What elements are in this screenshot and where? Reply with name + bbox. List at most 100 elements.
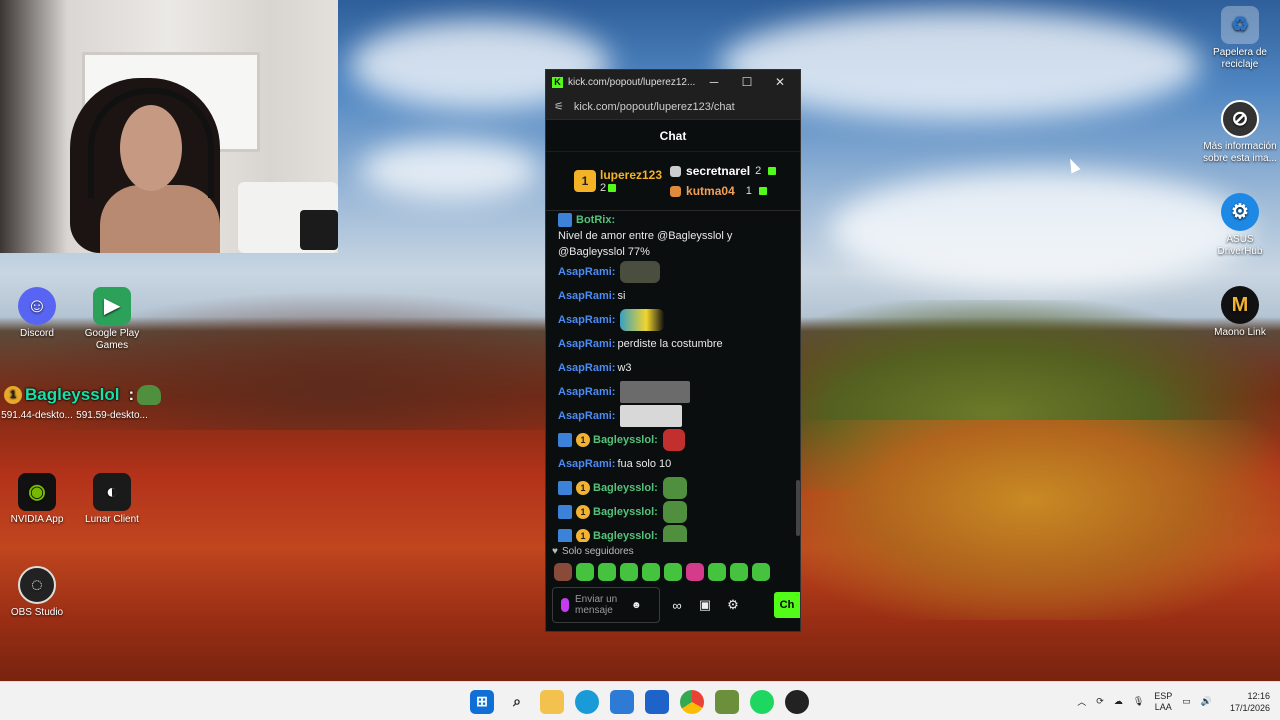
- leader-first-name[interactable]: luperez123: [600, 168, 662, 182]
- pepe-emote-icon: [662, 525, 687, 542]
- chat-username[interactable]: Bagleysslol:: [593, 480, 658, 496]
- chat-scrollbar[interactable]: [796, 480, 800, 536]
- obs-taskbar-icon[interactable]: [785, 689, 809, 714]
- emote-icon[interactable]: [598, 563, 616, 581]
- chrome-icon[interactable]: [680, 689, 704, 714]
- chat-username[interactable]: Bagleysslol:: [593, 504, 658, 520]
- chat-username[interactable]: AsapRami:: [558, 312, 615, 328]
- desktop-icon-spotlight-info[interactable]: ⊘ Más información sobre esta ima...: [1203, 100, 1277, 165]
- edge-browser-icon[interactable]: [575, 689, 599, 714]
- outlook-icon[interactable]: [645, 689, 669, 714]
- chat-message: AsapRami:: [558, 380, 790, 404]
- desktop-icon-nvidia-app[interactable]: ◉ NVIDIA App: [0, 473, 74, 526]
- chat-input[interactable]: Enviar un mensaje ☻: [552, 587, 660, 623]
- cloud-icon[interactable]: ☁: [1114, 696, 1123, 707]
- file-explorer-icon[interactable]: [540, 689, 564, 714]
- emote-icon[interactable]: [554, 563, 572, 581]
- desktop-icon-driver-1[interactable]: 591.44-deskto...: [0, 410, 74, 422]
- chat-username[interactable]: Bagleysslol:: [593, 432, 658, 448]
- chat-username[interactable]: AsapRami:: [558, 336, 615, 352]
- gift-leaderboard: 1 luperez123 2 secretnarel 2 kutma04 1: [546, 152, 800, 211]
- desktop-icon-google-play-games[interactable]: ▶ Google Play Games: [75, 287, 149, 352]
- chat-text: fua solo 10: [617, 458, 672, 470]
- settings-icon[interactable]: ⚙: [722, 597, 744, 613]
- network-icon[interactable]: ▭: [1182, 696, 1191, 707]
- emote-icon[interactable]: [642, 563, 660, 581]
- chat-message: AsapRami:: [558, 404, 790, 428]
- chat-text: w3: [617, 362, 632, 374]
- chat-header: Chat: [546, 120, 800, 152]
- chat-message: AsapRami: si: [558, 284, 790, 308]
- chat-username[interactable]: AsapRami:: [558, 408, 615, 424]
- address-bar[interactable]: ⚟ kick.com/popout/luperez123/chat: [546, 94, 800, 120]
- search-icon[interactable]: ⌕: [505, 690, 529, 714]
- emote-icon[interactable]: [708, 563, 726, 581]
- leader-second-name[interactable]: secretnarel: [686, 164, 750, 178]
- emote-icon[interactable]: [576, 563, 594, 581]
- chat-username[interactable]: AsapRami:: [558, 288, 615, 304]
- taskbar-apps: ⊞ ⌕: [470, 682, 809, 720]
- chat-username[interactable]: AsapRami:: [558, 360, 615, 376]
- desktop-icon-recycle-bin[interactable]: ♻ Papelera de reciclaje: [1203, 6, 1277, 71]
- desktop-icon-maono-link[interactable]: M Maono Link: [1203, 286, 1277, 339]
- followers-only-notice: ♥ Solo seguidores: [552, 546, 634, 557]
- gift-box-icon[interactable]: ▣: [694, 597, 716, 613]
- chat-messages[interactable]: BotRix: Nivel de amor entre @Bagleysslol…: [546, 212, 800, 542]
- desktop-icon-lunar-client[interactable]: ◐ Lunar Client: [75, 473, 149, 526]
- maximize-icon[interactable]: ☐: [733, 75, 761, 89]
- infinity-icon[interactable]: ∞: [666, 598, 688, 613]
- lunar-client-icon: ◐: [93, 473, 131, 511]
- sync-icon[interactable]: ⟳: [1096, 696, 1104, 707]
- desktop-icon-discord[interactable]: ☺ Discord: [0, 287, 74, 340]
- moderator-icon: [558, 481, 572, 495]
- chat-username[interactable]: Bagleysslol:: [593, 528, 658, 542]
- gift-icon: [768, 167, 777, 175]
- emote-icon[interactable]: [686, 563, 704, 581]
- overlay-sep: :: [128, 385, 135, 404]
- chevron-up-icon[interactable]: ︿: [1077, 695, 1086, 708]
- window-titlebar[interactable]: K kick.com/popout/luperez12... ─ ☐ ✕: [546, 70, 800, 94]
- emote-icon[interactable]: [752, 563, 770, 581]
- camera-icon: ⊘: [1221, 100, 1259, 138]
- chat-username[interactable]: AsapRami:: [558, 456, 615, 472]
- chat-message: AsapRami:: [558, 260, 790, 284]
- microphone-tray-icon[interactable]: 🎙: [1133, 696, 1144, 707]
- send-chat-button[interactable]: Ch: [774, 592, 800, 618]
- microsoft-store-icon[interactable]: [610, 689, 634, 714]
- emoji-icon[interactable]: ☻: [631, 600, 642, 611]
- subscriber-badge-icon: 1: [576, 433, 590, 447]
- clock[interactable]: 12:16 17/1/2026: [1222, 690, 1270, 714]
- site-settings-icon[interactable]: ⚟: [554, 100, 564, 113]
- desktop-icon-driver-2[interactable]: 591.59-deskto...: [75, 410, 149, 422]
- language-indicator[interactable]: ESP LAA: [1154, 691, 1172, 713]
- moderator-icon: [558, 505, 572, 519]
- obs-icon: ◌: [18, 566, 56, 604]
- desktop-icon-obs-studio[interactable]: ◌ OBS Studio: [0, 566, 74, 619]
- chat-username[interactable]: AsapRami:: [558, 264, 615, 280]
- microphone-icon[interactable]: [561, 598, 569, 612]
- kick-logo-icon: K: [552, 76, 563, 88]
- gift-icon: [758, 187, 767, 195]
- silver-rank-icon: [670, 165, 682, 177]
- quick-emote-bar[interactable]: [554, 563, 770, 581]
- chat-input-row: Enviar un mensaje ☻ ∞ ▣ ⚙ Ch: [552, 587, 800, 623]
- overlay-badge: 1: [4, 386, 22, 404]
- discord-icon: ☺: [18, 287, 56, 325]
- emote-icon[interactable]: [664, 563, 682, 581]
- emote-icon[interactable]: [620, 563, 638, 581]
- chat-username[interactable]: BotRix:: [576, 212, 615, 228]
- desktop-icon-asus-driverhub[interactable]: ⚙ ASUS DriverHub: [1203, 193, 1277, 258]
- windows-start-icon[interactable]: ⊞: [470, 689, 494, 714]
- taskbar: ⊞ ⌕ ︿ ⟳ ☁ 🎙 ESP LAA ▭ 🔊 12:16 17/1/2026: [0, 681, 1280, 720]
- chat-message: BotRix: Nivel de amor entre @Bagleysslol…: [558, 212, 790, 260]
- emote-icon[interactable]: [730, 563, 748, 581]
- emote-icon: [620, 381, 691, 403]
- leader-third-name[interactable]: kutma04: [686, 184, 735, 198]
- close-icon[interactable]: ✕: [766, 75, 794, 89]
- minecraft-icon[interactable]: [715, 689, 739, 714]
- chat-message: 1 Bagleysslol:: [558, 428, 790, 452]
- volume-icon[interactable]: 🔊: [1201, 696, 1212, 707]
- minimize-icon[interactable]: ─: [700, 75, 728, 89]
- chat-username[interactable]: AsapRami:: [558, 384, 615, 400]
- spotify-icon[interactable]: [750, 689, 774, 714]
